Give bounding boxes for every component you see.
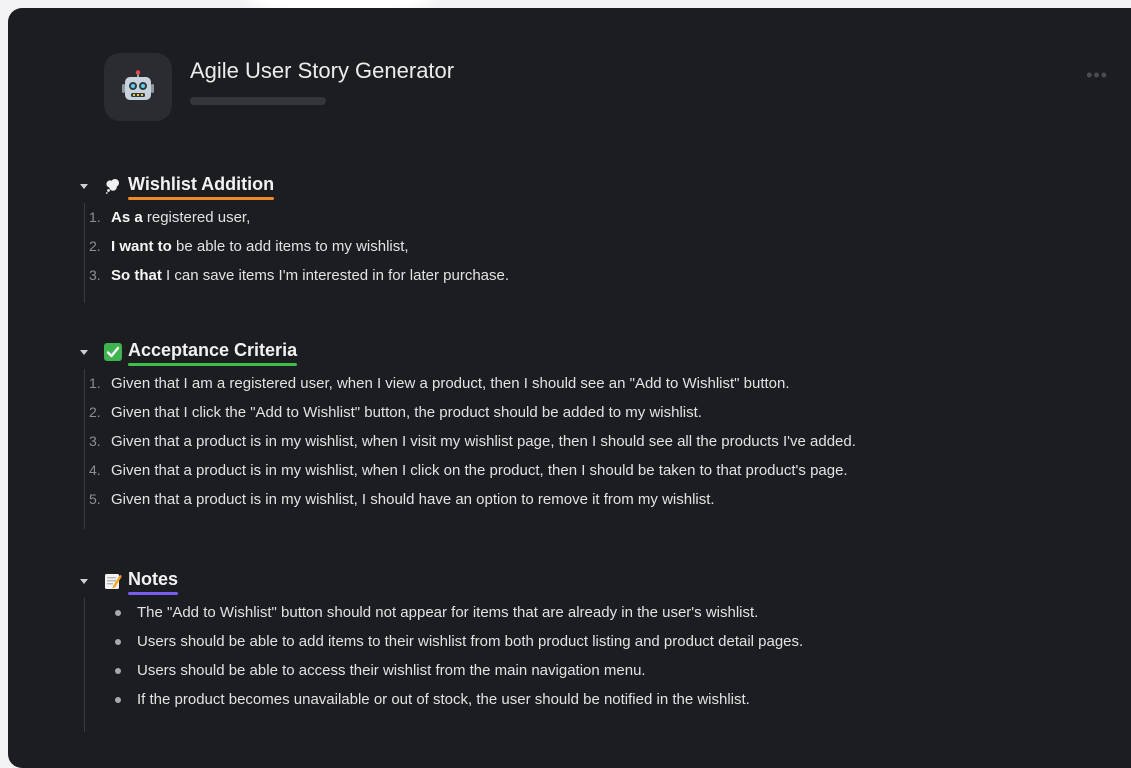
- document-panel: Agile User Story Generator ••• Wishlist …: [8, 8, 1131, 768]
- section-header: Acceptance Criteria: [80, 339, 856, 366]
- numbered-list: 1. As a registered user, 2. I want to be…: [84, 203, 509, 303]
- list-number: 2.: [89, 238, 101, 254]
- section-title: Acceptance Criteria: [128, 339, 298, 366]
- list-item: If the product becomes unavailable or ou…: [85, 685, 803, 714]
- list-rest: I can save items I'm interested in for l…: [161, 267, 510, 284]
- list-item: 3. Given that a product is in my wishlis…: [85, 427, 856, 456]
- subtitle-placeholder: [190, 97, 326, 105]
- section-underline: [128, 362, 298, 366]
- list-number: 5.: [89, 491, 101, 507]
- collapse-caret-icon[interactable]: [80, 183, 88, 189]
- section-header: Notes: [80, 568, 803, 595]
- list-item: Users should be able to add items to the…: [85, 627, 803, 656]
- list-item: The "Add to Wishlist" button should not …: [85, 598, 803, 627]
- numbered-list: 1. Given that I am a registered user, wh…: [84, 369, 856, 529]
- list-text: The "Add to Wishlist" button should not …: [137, 604, 759, 621]
- list-text: Users should be able to access their wis…: [137, 662, 646, 679]
- bullet-icon: [115, 697, 121, 703]
- section-title-text: Notes: [128, 568, 179, 589]
- collapse-caret-icon[interactable]: [80, 349, 88, 355]
- bullet-icon: [115, 668, 121, 674]
- list-number: 1.: [89, 375, 101, 391]
- section-underline: [128, 591, 179, 595]
- list-rest: registered user,: [142, 209, 251, 226]
- robot-icon[interactable]: [104, 53, 172, 121]
- list-text: If the product becomes unavailable or ou…: [137, 691, 750, 708]
- section-title: Wishlist Addition: [128, 173, 275, 200]
- list-number: 1.: [89, 209, 101, 225]
- list-item: 2. Given that I click the "Add to Wishli…: [85, 398, 856, 427]
- list-text: As a registered user,: [111, 209, 250, 226]
- list-number: 3.: [89, 433, 101, 449]
- list-text: Given that a product is in my wishlist, …: [111, 491, 715, 508]
- list-number: 4.: [89, 462, 101, 478]
- section-title-text: Wishlist Addition: [128, 173, 275, 194]
- list-text: Given that I click the "Add to Wishlist"…: [111, 404, 702, 421]
- list-item: 1. Given that I am a registered user, wh…: [85, 369, 856, 398]
- memo-icon: [104, 572, 122, 590]
- list-item: 4. Given that a product is in my wishlis…: [85, 456, 856, 485]
- page-title[interactable]: Agile User Story Generator: [190, 57, 454, 85]
- list-item: 3. So that I can save items I'm interest…: [85, 261, 509, 290]
- list-number: 2.: [89, 404, 101, 420]
- list-bold: As a: [111, 209, 143, 226]
- list-item: 2. I want to be able to add items to my …: [85, 232, 509, 261]
- list-item: 5. Given that a product is in my wishlis…: [85, 485, 856, 514]
- list-text: I want to be able to add items to my wis…: [111, 238, 409, 255]
- section-title: Notes: [128, 568, 179, 595]
- list-item: Users should be able to access their wis…: [85, 656, 803, 685]
- section-title-text: Acceptance Criteria: [128, 339, 298, 360]
- list-text: Given that a product is in my wishlist, …: [111, 462, 848, 479]
- bullet-icon: [115, 639, 121, 645]
- list-bold: I want to: [111, 238, 172, 255]
- list-text: Users should be able to add items to the…: [137, 633, 804, 650]
- section-acceptance-criteria: Acceptance Criteria 1. Given that I am a…: [80, 339, 856, 529]
- more-options-icon[interactable]: •••: [1086, 65, 1108, 86]
- collapse-caret-icon[interactable]: [80, 578, 88, 584]
- check-mark-icon: [104, 343, 122, 361]
- list-text: Given that I am a registered user, when …: [111, 375, 790, 392]
- title-wrap: Agile User Story Generator: [190, 57, 454, 105]
- list-text: So that I can save items I'm interested …: [111, 267, 509, 284]
- section-header: Wishlist Addition: [80, 173, 509, 200]
- doc-header: Agile User Story Generator: [104, 53, 454, 121]
- section-notes: Notes The "Add to Wishlist" button shoul…: [80, 568, 803, 732]
- list-text: Given that a product is in my wishlist, …: [111, 433, 856, 450]
- list-rest: be able to add items to my wishlist,: [171, 238, 409, 255]
- list-item: 1. As a registered user,: [85, 203, 509, 232]
- list-bold: So that: [111, 267, 162, 284]
- bullet-list: The "Add to Wishlist" button should not …: [84, 598, 803, 732]
- thought-bubble-icon: [104, 177, 122, 195]
- list-number: 3.: [89, 267, 101, 283]
- section-underline: [128, 196, 275, 200]
- section-wishlist-addition: Wishlist Addition 1. As a registered use…: [80, 173, 509, 303]
- bullet-icon: [115, 610, 121, 616]
